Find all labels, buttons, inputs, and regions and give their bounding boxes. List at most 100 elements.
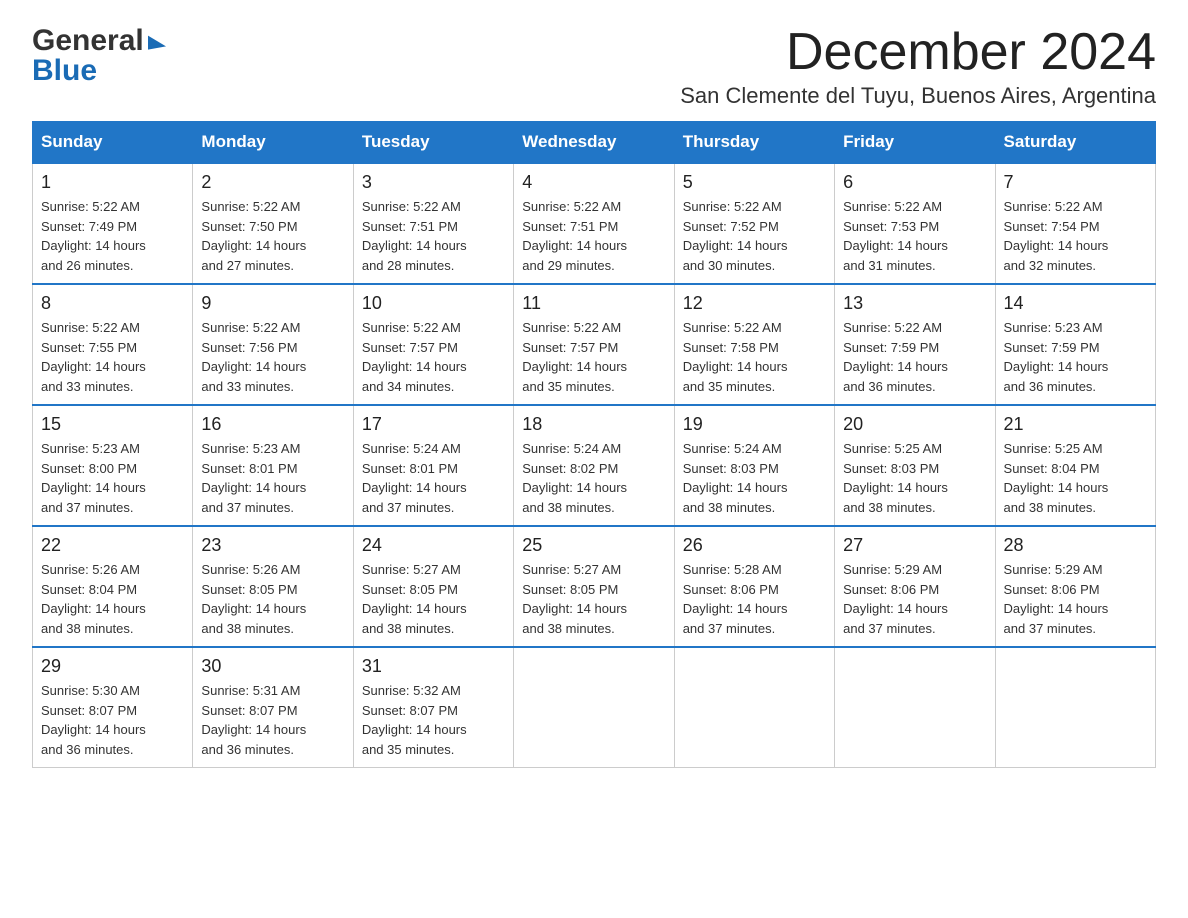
- day-info: Sunrise: 5:27 AM Sunset: 8:05 PM Dayligh…: [362, 560, 505, 638]
- calendar-cell: 11 Sunrise: 5:22 AM Sunset: 7:57 PM Dayl…: [514, 284, 674, 405]
- calendar-cell: [835, 647, 995, 768]
- calendar-cell: 10 Sunrise: 5:22 AM Sunset: 7:57 PM Dayl…: [353, 284, 513, 405]
- day-info: Sunrise: 5:22 AM Sunset: 7:49 PM Dayligh…: [41, 197, 184, 275]
- day-info: Sunrise: 5:22 AM Sunset: 7:59 PM Dayligh…: [843, 318, 986, 396]
- day-info: Sunrise: 5:22 AM Sunset: 7:50 PM Dayligh…: [201, 197, 344, 275]
- day-number: 2: [201, 172, 344, 193]
- month-title: December 2024: [680, 24, 1156, 81]
- day-number: 30: [201, 656, 344, 677]
- day-number: 23: [201, 535, 344, 556]
- calendar-cell: 14 Sunrise: 5:23 AM Sunset: 7:59 PM Dayl…: [995, 284, 1155, 405]
- day-number: 13: [843, 293, 986, 314]
- day-info: Sunrise: 5:22 AM Sunset: 7:57 PM Dayligh…: [522, 318, 665, 396]
- day-info: Sunrise: 5:30 AM Sunset: 8:07 PM Dayligh…: [41, 681, 184, 759]
- calendar-cell: 27 Sunrise: 5:29 AM Sunset: 8:06 PM Dayl…: [835, 526, 995, 647]
- calendar-cell: 13 Sunrise: 5:22 AM Sunset: 7:59 PM Dayl…: [835, 284, 995, 405]
- day-number: 15: [41, 414, 184, 435]
- day-info: Sunrise: 5:22 AM Sunset: 7:51 PM Dayligh…: [362, 197, 505, 275]
- calendar-cell: 22 Sunrise: 5:26 AM Sunset: 8:04 PM Dayl…: [33, 526, 193, 647]
- day-info: Sunrise: 5:32 AM Sunset: 8:07 PM Dayligh…: [362, 681, 505, 759]
- day-number: 4: [522, 172, 665, 193]
- calendar-cell: 26 Sunrise: 5:28 AM Sunset: 8:06 PM Dayl…: [674, 526, 834, 647]
- header-wednesday: Wednesday: [514, 122, 674, 164]
- location-subtitle: San Clemente del Tuyu, Buenos Aires, Arg…: [680, 83, 1156, 109]
- week-row-2: 8 Sunrise: 5:22 AM Sunset: 7:55 PM Dayli…: [33, 284, 1156, 405]
- calendar-cell: 6 Sunrise: 5:22 AM Sunset: 7:53 PM Dayli…: [835, 163, 995, 284]
- calendar-cell: 8 Sunrise: 5:22 AM Sunset: 7:55 PM Dayli…: [33, 284, 193, 405]
- day-number: 24: [362, 535, 505, 556]
- header-saturday: Saturday: [995, 122, 1155, 164]
- day-info: Sunrise: 5:27 AM Sunset: 8:05 PM Dayligh…: [522, 560, 665, 638]
- week-row-1: 1 Sunrise: 5:22 AM Sunset: 7:49 PM Dayli…: [33, 163, 1156, 284]
- day-number: 1: [41, 172, 184, 193]
- day-number: 6: [843, 172, 986, 193]
- calendar-cell: 31 Sunrise: 5:32 AM Sunset: 8:07 PM Dayl…: [353, 647, 513, 768]
- calendar-cell: 29 Sunrise: 5:30 AM Sunset: 8:07 PM Dayl…: [33, 647, 193, 768]
- header-sunday: Sunday: [33, 122, 193, 164]
- day-number: 22: [41, 535, 184, 556]
- day-number: 29: [41, 656, 184, 677]
- logo-line1: General: [32, 24, 166, 58]
- day-info: Sunrise: 5:22 AM Sunset: 7:55 PM Dayligh…: [41, 318, 184, 396]
- page-header: General Blue December 2024 San Clemente …: [32, 24, 1156, 109]
- day-info: Sunrise: 5:29 AM Sunset: 8:06 PM Dayligh…: [1004, 560, 1147, 638]
- day-info: Sunrise: 5:22 AM Sunset: 7:54 PM Dayligh…: [1004, 197, 1147, 275]
- calendar-cell: 19 Sunrise: 5:24 AM Sunset: 8:03 PM Dayl…: [674, 405, 834, 526]
- header-monday: Monday: [193, 122, 353, 164]
- calendar-cell: 5 Sunrise: 5:22 AM Sunset: 7:52 PM Dayli…: [674, 163, 834, 284]
- logo-arrow-icon: [148, 32, 166, 49]
- calendar-cell: 21 Sunrise: 5:25 AM Sunset: 8:04 PM Dayl…: [995, 405, 1155, 526]
- day-info: Sunrise: 5:23 AM Sunset: 8:00 PM Dayligh…: [41, 439, 184, 517]
- day-number: 18: [522, 414, 665, 435]
- calendar-cell: 1 Sunrise: 5:22 AM Sunset: 7:49 PM Dayli…: [33, 163, 193, 284]
- title-block: December 2024 San Clemente del Tuyu, Bue…: [680, 24, 1156, 109]
- calendar-cell: [514, 647, 674, 768]
- day-number: 17: [362, 414, 505, 435]
- day-info: Sunrise: 5:25 AM Sunset: 8:03 PM Dayligh…: [843, 439, 986, 517]
- day-info: Sunrise: 5:24 AM Sunset: 8:01 PM Dayligh…: [362, 439, 505, 517]
- day-number: 14: [1004, 293, 1147, 314]
- day-info: Sunrise: 5:26 AM Sunset: 8:04 PM Dayligh…: [41, 560, 184, 638]
- day-number: 27: [843, 535, 986, 556]
- calendar-cell: 2 Sunrise: 5:22 AM Sunset: 7:50 PM Dayli…: [193, 163, 353, 284]
- day-number: 12: [683, 293, 826, 314]
- day-number: 9: [201, 293, 344, 314]
- day-info: Sunrise: 5:22 AM Sunset: 7:57 PM Dayligh…: [362, 318, 505, 396]
- calendar-cell: 15 Sunrise: 5:23 AM Sunset: 8:00 PM Dayl…: [33, 405, 193, 526]
- calendar-cell: 30 Sunrise: 5:31 AM Sunset: 8:07 PM Dayl…: [193, 647, 353, 768]
- week-row-3: 15 Sunrise: 5:23 AM Sunset: 8:00 PM Dayl…: [33, 405, 1156, 526]
- day-number: 7: [1004, 172, 1147, 193]
- header-thursday: Thursday: [674, 122, 834, 164]
- logo: General Blue: [32, 24, 166, 88]
- week-row-5: 29 Sunrise: 5:30 AM Sunset: 8:07 PM Dayl…: [33, 647, 1156, 768]
- header-tuesday: Tuesday: [353, 122, 513, 164]
- day-info: Sunrise: 5:23 AM Sunset: 7:59 PM Dayligh…: [1004, 318, 1147, 396]
- day-number: 31: [362, 656, 505, 677]
- day-number: 8: [41, 293, 184, 314]
- day-info: Sunrise: 5:22 AM Sunset: 7:56 PM Dayligh…: [201, 318, 344, 396]
- calendar-cell: 4 Sunrise: 5:22 AM Sunset: 7:51 PM Dayli…: [514, 163, 674, 284]
- day-info: Sunrise: 5:25 AM Sunset: 8:04 PM Dayligh…: [1004, 439, 1147, 517]
- calendar-cell: 25 Sunrise: 5:27 AM Sunset: 8:05 PM Dayl…: [514, 526, 674, 647]
- day-number: 20: [843, 414, 986, 435]
- calendar-cell: 9 Sunrise: 5:22 AM Sunset: 7:56 PM Dayli…: [193, 284, 353, 405]
- day-info: Sunrise: 5:29 AM Sunset: 8:06 PM Dayligh…: [843, 560, 986, 638]
- day-info: Sunrise: 5:24 AM Sunset: 8:03 PM Dayligh…: [683, 439, 826, 517]
- logo-blue-text: Blue: [32, 54, 166, 88]
- week-row-4: 22 Sunrise: 5:26 AM Sunset: 8:04 PM Dayl…: [33, 526, 1156, 647]
- day-info: Sunrise: 5:22 AM Sunset: 7:53 PM Dayligh…: [843, 197, 986, 275]
- calendar-cell: [674, 647, 834, 768]
- calendar-body: 1 Sunrise: 5:22 AM Sunset: 7:49 PM Dayli…: [33, 163, 1156, 768]
- header-friday: Friday: [835, 122, 995, 164]
- day-number: 11: [522, 293, 665, 314]
- calendar-cell: 24 Sunrise: 5:27 AM Sunset: 8:05 PM Dayl…: [353, 526, 513, 647]
- day-number: 3: [362, 172, 505, 193]
- calendar-table: SundayMondayTuesdayWednesdayThursdayFrid…: [32, 121, 1156, 768]
- calendar-header: SundayMondayTuesdayWednesdayThursdayFrid…: [33, 122, 1156, 164]
- calendar-cell: 20 Sunrise: 5:25 AM Sunset: 8:03 PM Dayl…: [835, 405, 995, 526]
- logo-general-text: General: [32, 24, 144, 58]
- day-info: Sunrise: 5:31 AM Sunset: 8:07 PM Dayligh…: [201, 681, 344, 759]
- day-number: 19: [683, 414, 826, 435]
- day-number: 21: [1004, 414, 1147, 435]
- calendar-cell: [995, 647, 1155, 768]
